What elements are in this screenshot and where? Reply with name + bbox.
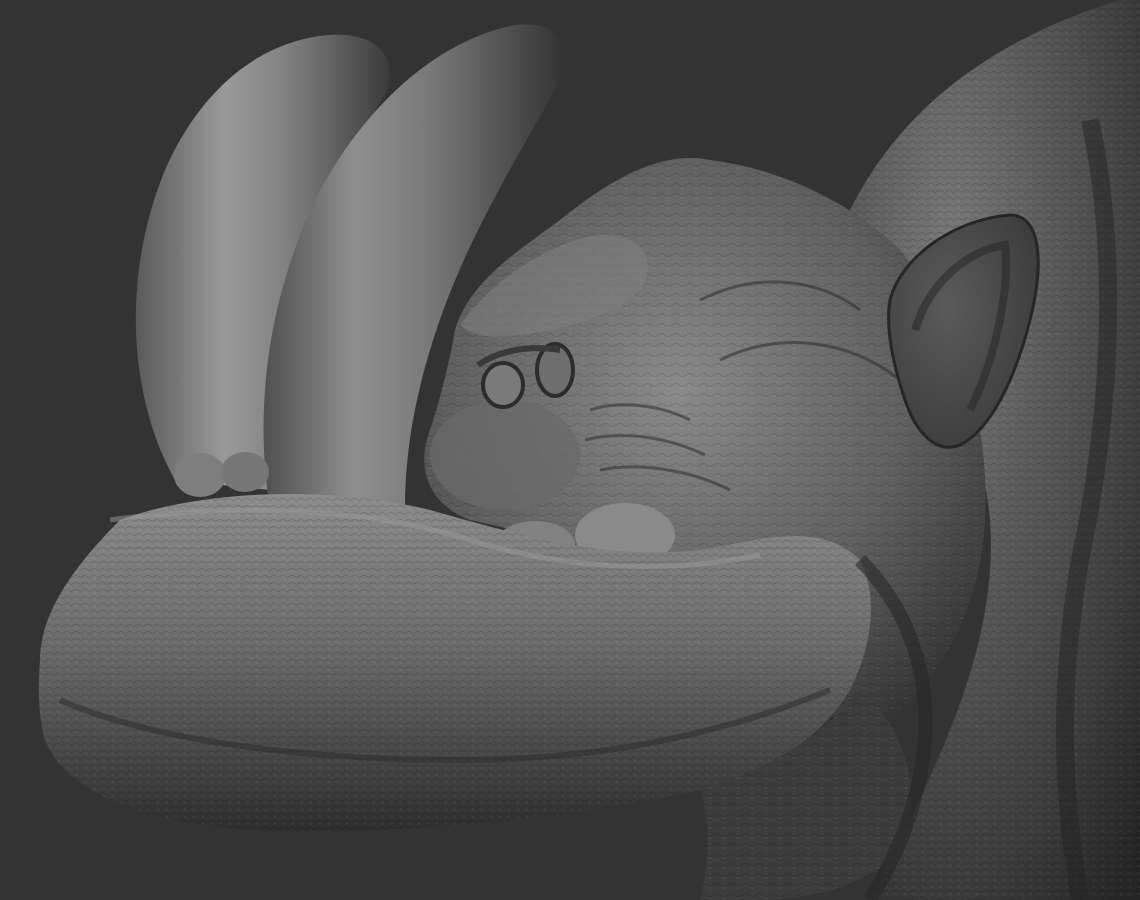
eye-far — [481, 361, 525, 409]
sculpt-render — [38, 0, 1140, 900]
tooth-small-1 — [174, 453, 226, 497]
tooth-small-2 — [221, 452, 269, 492]
nostril-area — [430, 400, 580, 510]
sculpt-viewport[interactable] — [0, 0, 1140, 900]
